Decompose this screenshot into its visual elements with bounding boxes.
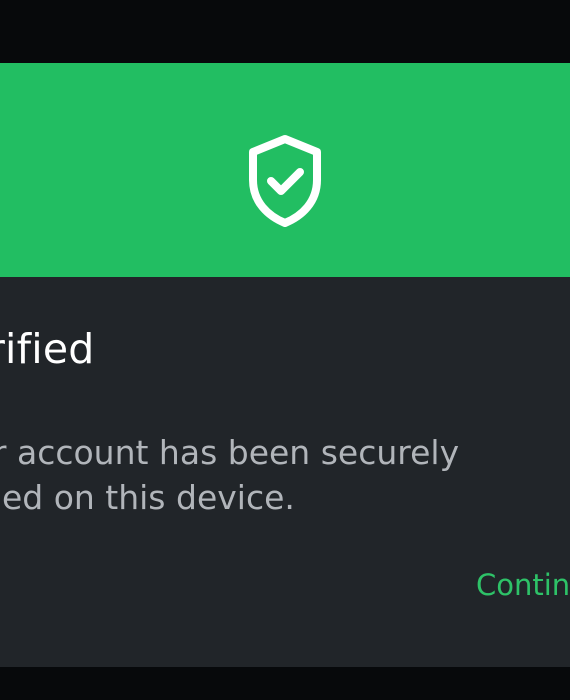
dialog-title: rified xyxy=(0,325,95,373)
verification-dialog: rified ur account has been securely ifie… xyxy=(0,63,570,667)
dialog-header xyxy=(0,63,570,277)
continue-button[interactable]: Contin xyxy=(468,563,570,607)
shield-check-icon xyxy=(249,135,321,227)
dialog-message: ur account has been securely ified on th… xyxy=(0,433,460,517)
